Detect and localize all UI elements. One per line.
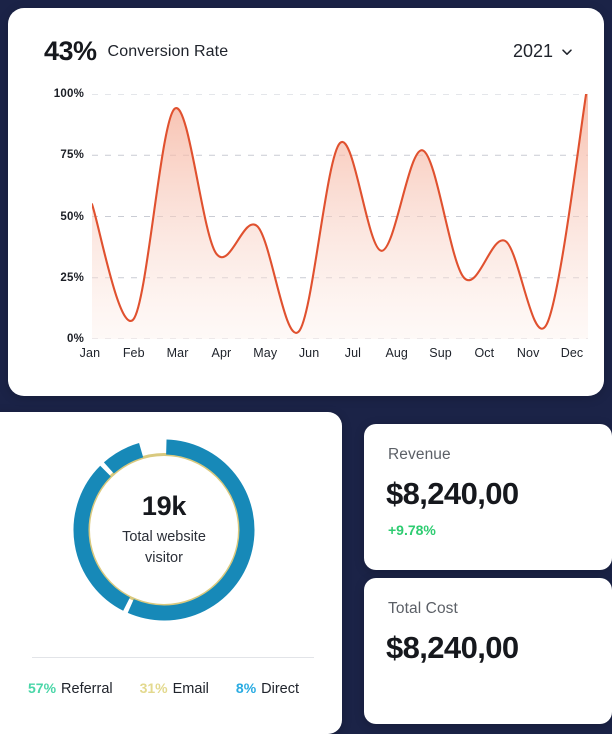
- revenue-value: $8,240,00: [386, 476, 519, 511]
- x-axis-label: Aug: [385, 346, 408, 360]
- chart-plot-area: [92, 94, 588, 339]
- conversion-card-header: 43% Conversion Rate 2021: [44, 36, 574, 67]
- x-axis-label: Nov: [516, 346, 540, 360]
- x-axis-label: Apr: [211, 346, 232, 360]
- visitors-value: 19k: [141, 490, 187, 521]
- x-axis-label: Sup: [429, 346, 452, 360]
- donut-chart-wrapper: 19k Total website visitor: [0, 432, 342, 628]
- revenue-delta: +9.78%: [388, 522, 436, 538]
- conversion-percent: 43%: [44, 36, 97, 66]
- legend-percent: 8%: [235, 680, 257, 696]
- x-axis-label: May: [253, 346, 278, 360]
- y-tick-50: 50%: [60, 210, 84, 223]
- conversion-chart: 100% 75% 50% 25% 0% Jan Feb Mar Apr May …: [8, 88, 604, 384]
- x-axis-label: Feb: [122, 346, 145, 360]
- legend-item: 8% Direct: [236, 680, 299, 697]
- x-axis-label: Jan: [79, 346, 101, 360]
- visitors-label-line1: Total website: [122, 528, 206, 545]
- legend-item: 31% Email: [140, 680, 209, 697]
- visitors-label-line2: visitor: [145, 550, 183, 566]
- visitors-legend: 57% Referral 31% Email 8% Direct: [28, 680, 322, 697]
- legend-item: 57% Referral: [28, 680, 113, 697]
- legend-percent: 31%: [139, 680, 168, 696]
- x-axis-labels: Jan Feb Mar Apr May Jun Jul Aug Sup Oct Nov Dec: [68, 346, 594, 360]
- year-dropdown[interactable]: 2021: [513, 41, 574, 62]
- area-chart-svg: [92, 94, 588, 339]
- chevron-down-icon: [560, 45, 574, 59]
- conversion-card-title: Conversion Rate: [107, 42, 229, 60]
- donut-center-content: 19k Total website visitor: [66, 432, 262, 628]
- legend-label: Referral: [61, 681, 113, 697]
- x-axis-label: Jun: [298, 346, 320, 360]
- conversion-rate-card: 43% Conversion Rate 2021 100% 75% 50% 25…: [8, 8, 604, 396]
- y-tick-75: 75%: [60, 149, 84, 162]
- revenue-label: Revenue: [388, 446, 451, 463]
- x-axis-label: Oct: [474, 346, 495, 360]
- total-visitors-card: 19k Total website visitor 57% Referral 31%…: [0, 412, 342, 734]
- donut-chart: 19k Total website visitor: [66, 432, 262, 628]
- total-cost-value: $8,240,00: [386, 630, 519, 665]
- visitors-label: Total website visitor: [122, 527, 206, 569]
- x-axis-label: Dec: [560, 346, 584, 360]
- year-dropdown-value: 2021: [512, 41, 553, 61]
- legend-label: Direct: [261, 681, 300, 697]
- y-tick-25: 25%: [60, 271, 84, 284]
- x-axis-label: Jul: [344, 346, 362, 360]
- legend-divider: [32, 657, 314, 658]
- dashboard-root: 43% Conversion Rate 2021 100% 75% 50% 25…: [0, 0, 612, 734]
- y-tick-0: 0%: [66, 333, 84, 345]
- total-cost-label: Total Cost: [388, 600, 458, 617]
- legend-percent: 57%: [28, 680, 57, 696]
- revenue-card: Revenue $8,240,00 +9.78%: [364, 424, 612, 570]
- total-cost-card: Total Cost $8,240,00: [364, 578, 612, 724]
- y-tick-100: 100%: [53, 88, 84, 100]
- y-axis-labels: 100% 75% 50% 25% 0%: [32, 88, 84, 345]
- legend-label: Email: [172, 681, 209, 697]
- x-axis-label: Mar: [166, 346, 189, 360]
